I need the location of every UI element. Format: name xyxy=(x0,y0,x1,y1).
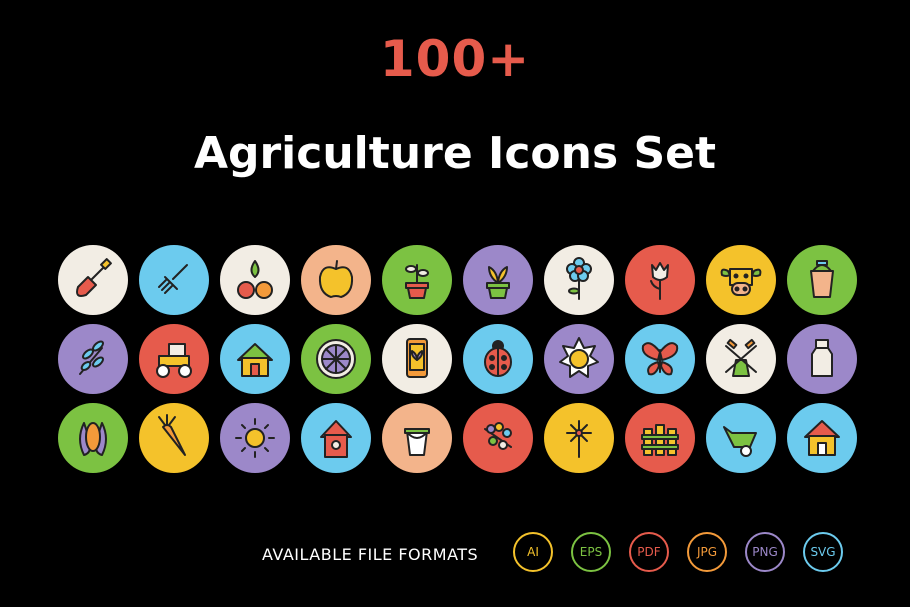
milk-can-icon xyxy=(787,324,857,394)
seeds-icon xyxy=(220,245,290,315)
carrot-icon xyxy=(139,403,209,473)
cow-icon xyxy=(706,245,776,315)
flower-icon xyxy=(544,245,614,315)
apple-icon xyxy=(301,245,371,315)
pail-icon xyxy=(382,403,452,473)
birdhouse-icon xyxy=(301,403,371,473)
berries-icon xyxy=(463,403,533,473)
butterfly-icon xyxy=(625,324,695,394)
windmill-icon xyxy=(706,324,776,394)
icon-grid xyxy=(58,245,858,475)
format-badge-eps: EPS xyxy=(571,532,611,572)
headline-count: 100+ xyxy=(379,30,531,88)
format-badge-jpg: JPG xyxy=(687,532,727,572)
barn-icon xyxy=(787,403,857,473)
tulip-icon xyxy=(625,245,695,315)
citrus-slice-icon xyxy=(301,324,371,394)
format-badge-ai: AI xyxy=(513,532,553,572)
tractor-icon xyxy=(139,324,209,394)
fence-icon xyxy=(625,403,695,473)
corn-icon xyxy=(58,403,128,473)
wheelbarrow-icon xyxy=(706,403,776,473)
shovel-icon xyxy=(58,245,128,315)
bucket-icon xyxy=(787,245,857,315)
smartphone-plant-icon xyxy=(382,324,452,394)
sunshine-icon xyxy=(220,403,290,473)
plant-pot-icon xyxy=(382,245,452,315)
formats-label: AVAILABLE FILE FORMATS xyxy=(262,545,479,564)
wind-vane-icon xyxy=(544,403,614,473)
ladybug-icon xyxy=(463,324,533,394)
sprout-pot-icon xyxy=(463,245,533,315)
rake-icon xyxy=(139,245,209,315)
format-badge-pdf: PDF xyxy=(629,532,669,572)
format-badge-svg: SVG xyxy=(803,532,843,572)
format-badge-png: PNG xyxy=(745,532,785,572)
sun-icon xyxy=(544,324,614,394)
branch-icon xyxy=(58,324,128,394)
house-icon xyxy=(220,324,290,394)
headline-title: Agriculture Icons Set xyxy=(193,128,717,179)
